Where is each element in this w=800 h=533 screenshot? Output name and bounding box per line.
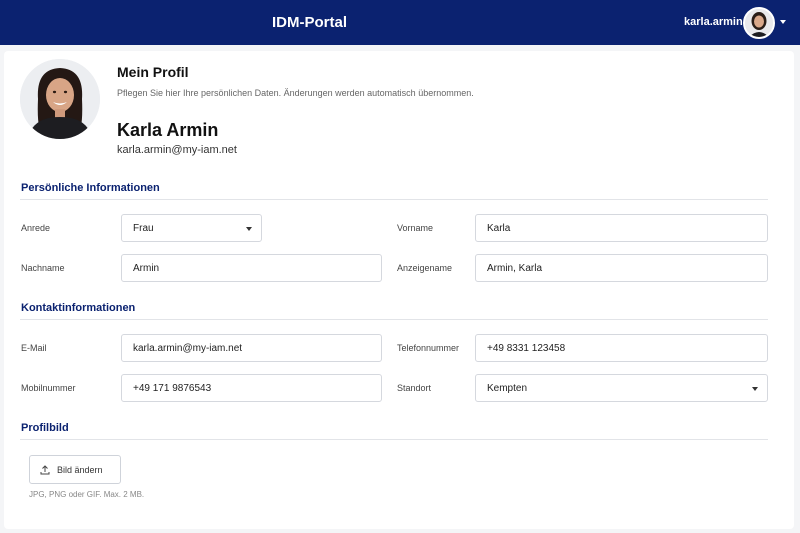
mobile-label: Mobilnummer [21, 383, 76, 393]
location-select[interactable]: Kempten [475, 374, 768, 402]
upload-icon [40, 465, 50, 475]
profile-photo [20, 59, 100, 139]
displayname-input[interactable]: Armin, Karla [475, 254, 768, 282]
email-label: E-Mail [21, 343, 47, 353]
profile-email: karla.armin@my-iam.net [117, 144, 237, 156]
profile-full-name: Karla Armin [117, 120, 219, 140]
chevron-down-icon [752, 387, 758, 391]
user-menu-name[interactable]: karla.armin [684, 16, 743, 28]
firstname-label: Vorname [397, 223, 434, 233]
section-title-contact: Kontaktinformationen [21, 302, 136, 314]
displayname-label: Anzeigename [397, 263, 453, 273]
section-divider [20, 439, 768, 440]
lastname-input[interactable]: Armin [121, 254, 382, 282]
phone-label: Telefonnummer [397, 343, 460, 353]
user-avatar[interactable] [743, 7, 775, 39]
phone-input[interactable]: +49 8331 123458 [475, 334, 768, 362]
top-bar: IDM-Portal karla.armin [0, 0, 800, 45]
salutation-select[interactable]: Frau [121, 214, 262, 242]
page-title: Mein Profil [117, 64, 189, 80]
section-divider [20, 319, 768, 320]
email-input[interactable]: karla.armin@my-iam.net [121, 334, 382, 362]
location-label: Standort [397, 383, 432, 393]
section-title-personal: Persönliche Informationen [21, 182, 160, 194]
lastname-label: Nachname [21, 263, 65, 273]
user-menu-caret-icon[interactable] [780, 20, 786, 24]
app-title: IDM-Portal [272, 14, 347, 31]
section-title-picture: Profilbild [21, 422, 69, 434]
page-subtitle: Pflegen Sie hier Ihre persönlichen Daten… [117, 88, 474, 98]
avatar-portrait-icon [745, 9, 773, 37]
salutation-label: Anrede [21, 223, 51, 233]
profile-portrait-icon [20, 59, 100, 139]
salutation-value: Frau [133, 223, 154, 234]
location-value: Kempten [487, 383, 528, 394]
change-picture-button[interactable]: Bild ändern [29, 455, 121, 484]
change-picture-label: Bild ändern [57, 465, 103, 475]
mobile-input[interactable]: +49 171 9876543 [121, 374, 382, 402]
firstname-input[interactable]: Karla [475, 214, 768, 242]
chevron-down-icon [246, 227, 252, 231]
section-divider [20, 199, 768, 200]
upload-hint: JPG, PNG oder GIF. Max. 2 MB. [29, 490, 145, 499]
